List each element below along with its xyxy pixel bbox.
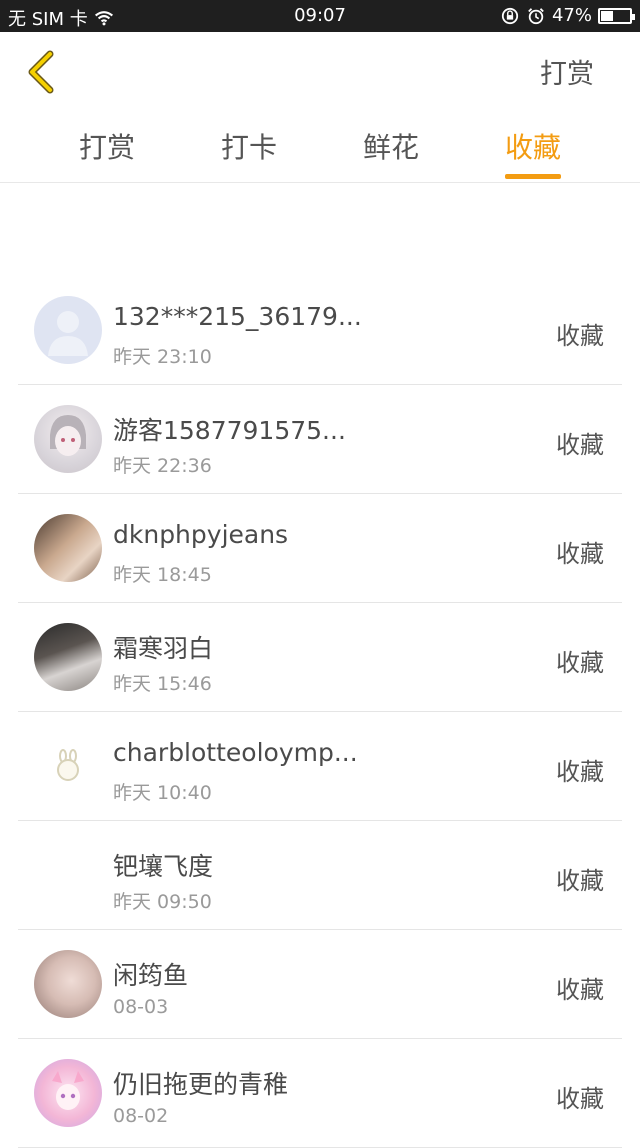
tab-label: 鲜花 [363, 131, 420, 164]
photo-avatar [34, 623, 102, 691]
favorite-label: 收藏 [556, 1085, 604, 1113]
empty-avatar [34, 841, 102, 909]
photo-avatar [34, 950, 102, 1018]
timestamp: 08-02 [113, 1105, 169, 1127]
anime-pink-avatar [34, 1059, 102, 1127]
timestamp: 昨天 18:45 [113, 564, 212, 586]
favorite-label: 收藏 [556, 758, 604, 786]
anime-avatar [34, 405, 102, 473]
favorites-list: 132***215_36179... 昨天 23:10 收藏 游客1587791… [18, 276, 622, 1148]
list-item[interactable]: dknphpyjeans 昨天 18:45 收藏 [18, 494, 622, 603]
tab-label: 打赏 [79, 131, 136, 164]
user-name: 闲筠鱼 [113, 961, 189, 990]
tab-favorites[interactable]: 收藏 [505, 126, 562, 179]
user-name: 仍旧拖更的青稚 [113, 1070, 289, 1099]
timestamp: 昨天 09:50 [113, 891, 212, 913]
small-icon-avatar [34, 732, 102, 800]
tab-flowers[interactable]: 鲜花 [363, 126, 419, 166]
user-silhouette-icon [48, 311, 88, 356]
tab-label: 收藏 [505, 131, 562, 164]
anime-face-icon [52, 1071, 84, 1110]
reward-button[interactable]: 打赏 [540, 52, 594, 91]
timestamp: 昨天 23:10 [113, 346, 212, 368]
user-name: 游客1587791575... [113, 416, 346, 445]
lock-rotation-icon [501, 7, 519, 24]
battery-level [601, 10, 614, 21]
battery-icon [598, 7, 635, 24]
tab-label: 打卡 [221, 131, 278, 164]
favorite-label: 收藏 [556, 649, 604, 677]
tab-bar: 打赏 打卡 鲜花 收藏 [0, 112, 640, 183]
user-name: 霜寒羽白 [113, 634, 214, 663]
list-item[interactable]: charblotteoloymp... 昨天 10:40 收藏 [18, 712, 622, 821]
favorite-label: 收藏 [556, 867, 604, 895]
list-item[interactable]: 132***215_36179... 昨天 23:10 收藏 [18, 276, 622, 385]
list-item[interactable]: 霜寒羽白 昨天 15:46 收藏 [18, 603, 622, 712]
timestamp: 昨天 10:40 [113, 782, 212, 804]
status-right: 47% [500, 5, 635, 26]
user-name: 132***215_36179... [113, 302, 362, 331]
battery-percent: 47% [551, 5, 592, 26]
user-name: 钯壤飞度 [113, 852, 214, 881]
list-item[interactable]: 钯壤飞度 昨天 09:50 收藏 [18, 821, 622, 930]
timestamp: 08-03 [113, 996, 169, 1018]
list-item[interactable]: 仍旧拖更的青稚 08-02 收藏 [18, 1039, 622, 1148]
user-name: dknphpyjeans [113, 520, 289, 549]
tab-checkin[interactable]: 打卡 [221, 126, 277, 166]
list-item[interactable]: 游客1587791575... 昨天 22:36 收藏 [18, 385, 622, 494]
favorite-label: 收藏 [556, 540, 604, 568]
favorite-label: 收藏 [556, 976, 604, 1004]
default-user-avatar [34, 296, 102, 364]
favorite-label: 收藏 [556, 431, 604, 459]
favorite-label: 收藏 [556, 322, 604, 350]
user-name: charblotteoloymp... [113, 738, 358, 767]
bunny-icon [57, 749, 79, 781]
photo-avatar [34, 514, 102, 582]
list-item[interactable]: 闲筠鱼 08-03 收藏 [18, 930, 622, 1039]
status-bar: 无 SIM 卡 09:07 47% [0, 0, 640, 32]
tab-reward[interactable]: 打赏 [79, 126, 135, 166]
timestamp: 昨天 22:36 [113, 455, 212, 477]
active-tab-indicator [505, 174, 562, 179]
header: 打赏 [0, 32, 640, 112]
chevron-left-icon[interactable] [22, 50, 62, 94]
timestamp: 昨天 15:46 [113, 673, 212, 695]
alarm-icon [528, 7, 544, 24]
anime-face-icon [50, 415, 86, 456]
